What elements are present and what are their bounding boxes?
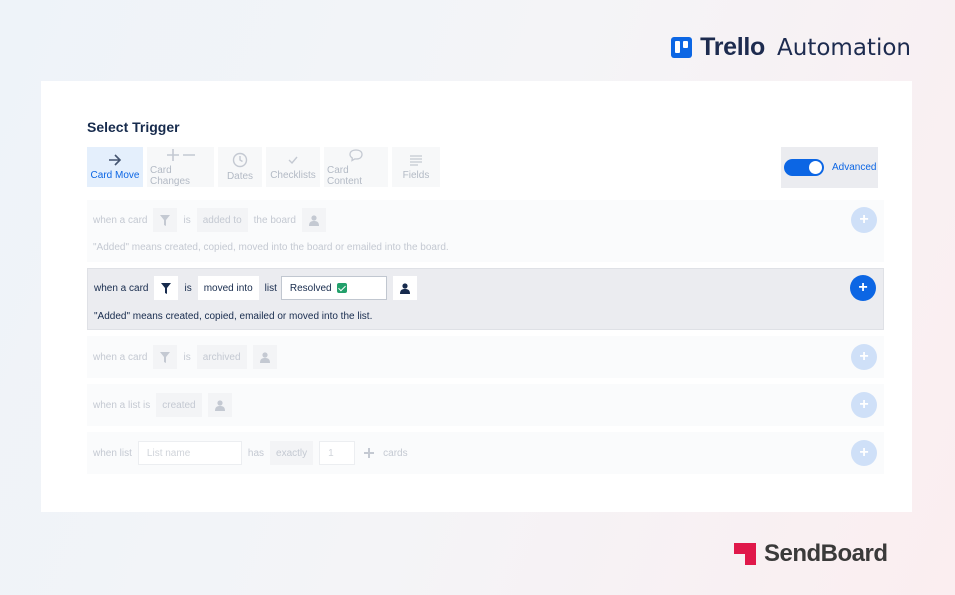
- tab-label: Card Move: [90, 170, 140, 181]
- is-label: is: [183, 351, 191, 363]
- action-select[interactable]: created: [156, 393, 202, 417]
- clock-icon: [232, 152, 248, 168]
- trigger-row-added-to-board[interactable]: when a card is added to the board "Added…: [87, 200, 884, 262]
- action-select[interactable]: added to: [196, 208, 248, 232]
- target-label: the board: [253, 214, 296, 226]
- comment-icon: [349, 148, 363, 162]
- tab-label: Dates: [226, 171, 254, 182]
- tab-fields[interactable]: Fields: [392, 147, 440, 187]
- filter-button[interactable]: [153, 345, 178, 369]
- tab-label: Fields: [402, 170, 430, 181]
- add-trigger-button[interactable]: +: [851, 207, 877, 233]
- user-icon: [308, 214, 319, 226]
- user-icon: [259, 351, 270, 363]
- add-trigger-button[interactable]: +: [851, 344, 877, 370]
- user-filter-button[interactable]: [207, 393, 232, 417]
- tab-label: Checklists: [270, 170, 316, 181]
- trigger-note: "Added" means created, copied, moved int…: [93, 242, 449, 253]
- list-name-value: Resolved: [289, 282, 332, 294]
- qualifier-select[interactable]: exactly: [270, 441, 314, 465]
- trigger-row-list-has-cards[interactable]: when list List name has exactly 1 cards …: [87, 432, 884, 474]
- user-filter-button[interactable]: [252, 345, 277, 369]
- trigger-row-list-created[interactable]: when a list is created +: [87, 384, 884, 426]
- has-label: has: [247, 447, 265, 459]
- user-icon: [214, 399, 225, 411]
- plus-icon: [364, 448, 375, 458]
- sendboard-brand: SendBoard: [734, 540, 888, 568]
- list-label: list: [264, 282, 277, 294]
- list-name-input[interactable]: Resolved: [280, 276, 387, 300]
- advanced-toggle-container: Advanced: [781, 147, 878, 188]
- filter-icon: [160, 214, 171, 226]
- trigger-row-archived[interactable]: when a card is archived +: [87, 336, 884, 378]
- when-label: when a card: [93, 351, 148, 363]
- is-label: is: [183, 214, 191, 226]
- filter-button[interactable]: [154, 276, 179, 300]
- trello-logo-icon: [671, 37, 693, 58]
- action-select[interactable]: archived: [196, 345, 247, 369]
- lines-icon: [410, 155, 422, 166]
- increment-button[interactable]: [361, 441, 377, 465]
- count-input[interactable]: 1: [319, 441, 356, 465]
- trello-automation-brand: Trello Automation: [671, 33, 911, 62]
- trigger-row-moved-into-list[interactable]: when a card is moved into list Resolved …: [87, 268, 884, 330]
- checkmark-icon: [288, 156, 298, 165]
- add-trigger-button[interactable]: +: [851, 392, 877, 418]
- tab-card-content[interactable]: Card Content: [324, 147, 388, 187]
- filter-button[interactable]: [153, 208, 178, 232]
- filter-icon: [161, 282, 172, 294]
- when-label: when a list is: [93, 399, 151, 411]
- user-filter-button[interactable]: [392, 276, 417, 300]
- unit-label: cards: [383, 447, 408, 459]
- arrow-right-icon: [109, 154, 122, 166]
- trigger-panel: Select Trigger Card Move Card Changes Da…: [41, 81, 912, 512]
- filter-icon: [160, 351, 171, 363]
- brand-automation-text: Automation: [777, 34, 911, 61]
- user-filter-button[interactable]: [301, 208, 326, 232]
- check-emoji-icon: [336, 283, 347, 293]
- sendboard-logo-icon: [734, 543, 756, 565]
- when-label: when list: [93, 447, 132, 459]
- panel-title: Select Trigger: [87, 119, 180, 135]
- plus-minus-icon: [166, 148, 195, 161]
- when-label: when a card: [94, 282, 149, 294]
- add-trigger-button[interactable]: +: [850, 275, 876, 301]
- add-trigger-button[interactable]: +: [851, 440, 877, 466]
- tab-dates[interactable]: Dates: [218, 147, 262, 187]
- brand-trello-text: Trello: [700, 33, 766, 61]
- when-label: when a card: [93, 214, 148, 226]
- list-name-input[interactable]: List name: [137, 441, 242, 465]
- sendboard-text: SendBoard: [764, 540, 888, 567]
- is-label: is: [184, 282, 192, 294]
- action-select[interactable]: moved into: [197, 276, 259, 300]
- tab-card-move[interactable]: Card Move: [87, 147, 143, 187]
- tab-card-changes[interactable]: Card Changes: [147, 147, 214, 187]
- tab-checklists[interactable]: Checklists: [266, 147, 320, 187]
- advanced-toggle[interactable]: [784, 159, 824, 176]
- tab-label: Card Content: [327, 164, 363, 187]
- advanced-label: Advanced: [832, 162, 877, 173]
- user-icon: [399, 282, 410, 294]
- trigger-tabs: Card Move Card Changes Dates Checklists: [87, 147, 440, 187]
- tab-label: Card Changes: [150, 164, 191, 187]
- trigger-note: "Added" means created, copied, emailed o…: [94, 311, 373, 322]
